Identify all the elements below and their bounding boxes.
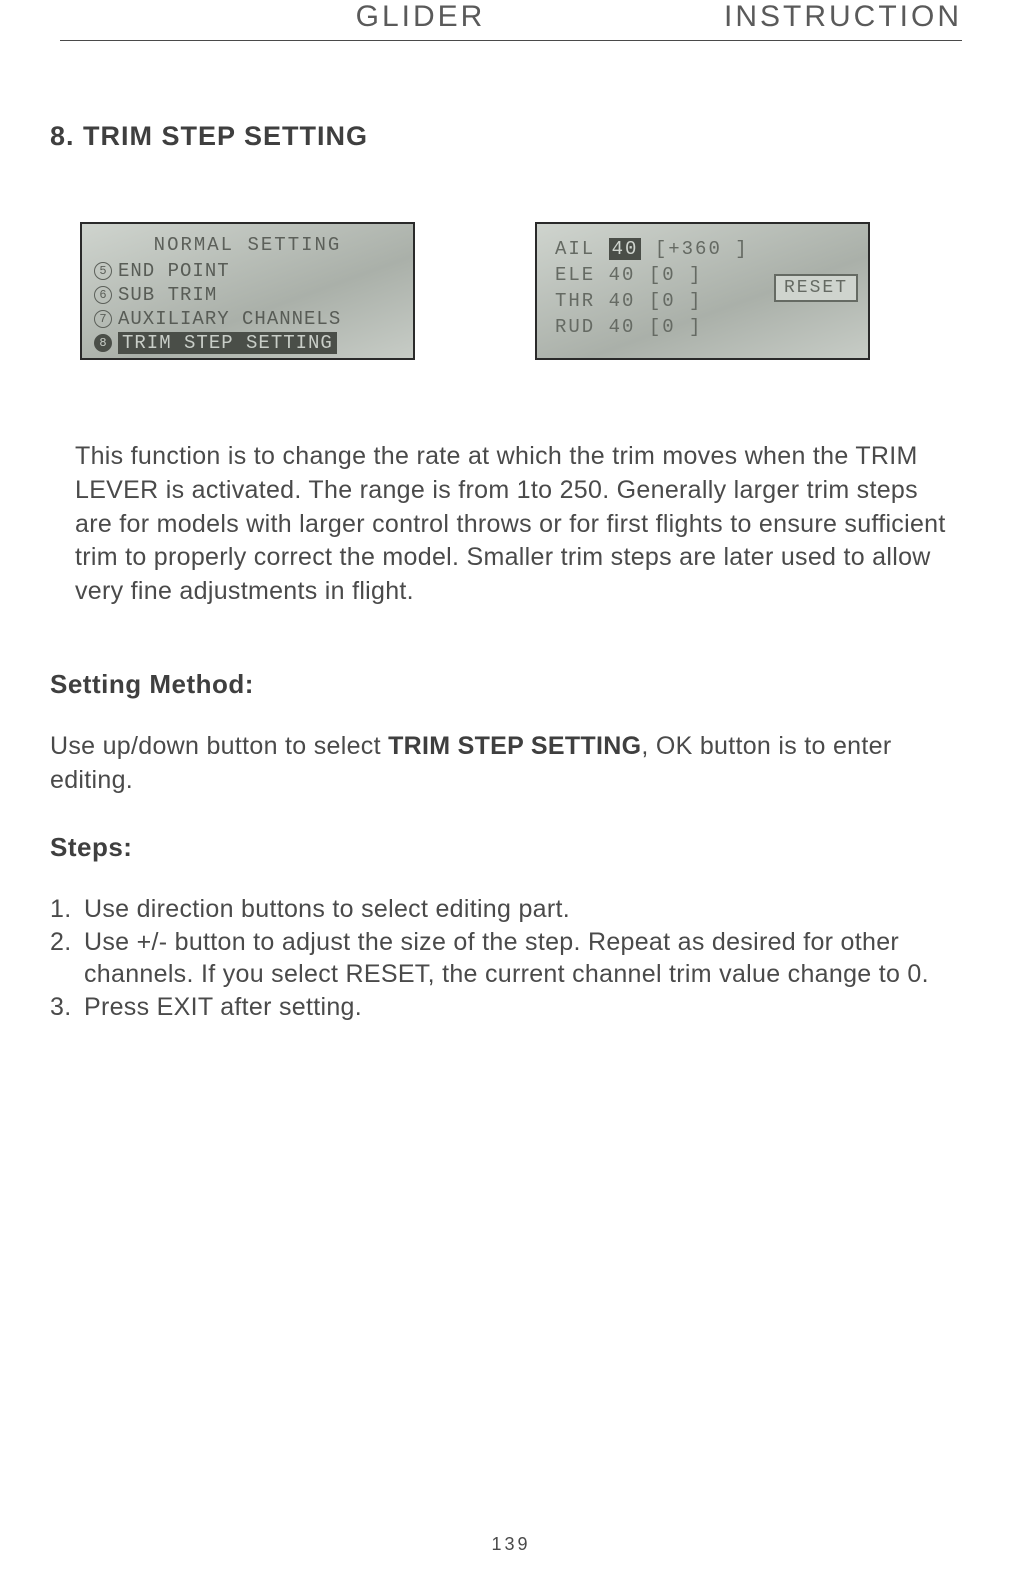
trim-ch: THR	[555, 290, 595, 312]
setting-method-heading: Setting Method:	[50, 669, 1022, 700]
trim-bracket: [+360 ]	[655, 238, 749, 260]
step-text: Use +/- button to adjust the size of the…	[84, 926, 997, 991]
menu-item-aux-channels: 7 AUXILIARY CHANNELS	[94, 308, 341, 330]
trim-row-rud: RUD 40 [0 ]	[555, 316, 858, 338]
step-2: 2. Use +/- button to adjust the size of …	[50, 926, 997, 991]
step-1: 1. Use direction buttons to select editi…	[50, 893, 997, 926]
intro-paragraph: This function is to change the rate at w…	[75, 440, 962, 609]
header-right: INSTRUCTION	[724, 0, 962, 33]
step-num: 3.	[50, 991, 84, 1024]
trim-bracket: [0 ]	[649, 264, 703, 286]
menu-label: END POINT	[118, 260, 230, 282]
menu-item-sub-trim: 6 SUB TRIM	[94, 284, 217, 306]
method-bold: TRIM STEP SETTING	[388, 732, 641, 760]
menu-item-end-point: 5 END POINT	[94, 260, 230, 282]
trim-ch: RUD	[555, 316, 595, 338]
steps-list: 1. Use direction buttons to select editi…	[50, 893, 997, 1023]
trim-val: 40	[609, 264, 636, 286]
trim-val: 40	[609, 316, 636, 338]
trim-bracket: [0 ]	[649, 290, 703, 312]
page-header: GLIDER INSTRUCTION	[60, 0, 962, 41]
menu-num: 6	[94, 286, 112, 304]
section-title: 8. TRIM STEP SETTING	[50, 121, 1022, 152]
step-text: Press EXIT after setting.	[84, 991, 362, 1024]
trim-bracket: [0 ]	[649, 316, 703, 338]
menu-num: 7	[94, 310, 112, 328]
trim-val: 40	[609, 290, 636, 312]
menu-label: AUXILIARY CHANNELS	[118, 308, 341, 330]
lcd-screens: NORMAL SETTING 5 END POINT 6 SUB TRIM 7 …	[80, 222, 1022, 360]
menu-num: 8	[94, 334, 112, 352]
page-number: 139	[0, 1534, 1022, 1555]
step-text: Use direction buttons to select editing …	[84, 893, 570, 926]
step-num: 2.	[50, 926, 84, 991]
header-left: GLIDER	[356, 0, 486, 33]
step-3: 3. Press EXIT after setting.	[50, 991, 997, 1024]
lcd-menu-screen: NORMAL SETTING 5 END POINT 6 SUB TRIM 7 …	[80, 222, 415, 360]
lcd-menu-title: NORMAL SETTING	[82, 234, 413, 256]
reset-button: RESET	[774, 274, 858, 302]
trim-val: 40	[609, 238, 642, 260]
trim-ch: AIL	[555, 238, 595, 260]
setting-method-text: Use up/down button to select TRIM STEP S…	[50, 730, 972, 798]
menu-label: SUB TRIM	[118, 284, 217, 306]
method-pre: Use up/down button to select	[50, 732, 388, 760]
step-num: 1.	[50, 893, 84, 926]
trim-ch: ELE	[555, 264, 595, 286]
menu-label: TRIM STEP SETTING	[118, 332, 337, 354]
menu-num: 5	[94, 262, 112, 280]
trim-row-ail: AIL 40 [+360 ]	[555, 238, 858, 260]
steps-heading: Steps:	[50, 832, 1022, 863]
menu-item-trim-step-selected: 8 TRIM STEP SETTING	[94, 332, 337, 354]
lcd-trim-screen: AIL 40 [+360 ] ELE 40 [0 ] THR 40 [0 ] R…	[535, 222, 870, 360]
